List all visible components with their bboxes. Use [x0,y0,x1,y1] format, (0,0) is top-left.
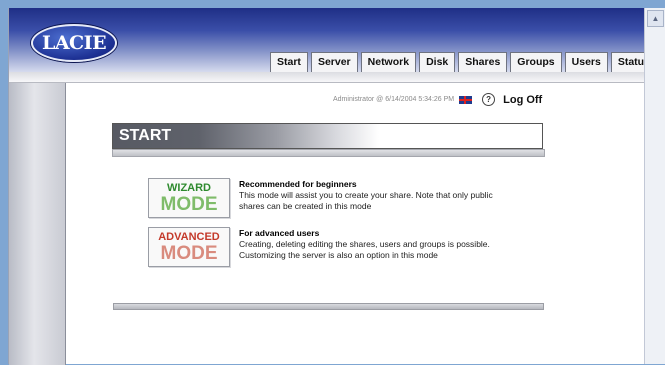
tab-start[interactable]: Start [270,52,308,72]
header-banner: LACIE Start Server Network Disk Shares G… [9,8,657,72]
wizard-description: This mode will assist you to create your… [239,190,493,211]
tab-groups[interactable]: Groups [510,52,562,72]
scroll-up-arrow-icon[interactable]: ▲ [647,10,664,27]
advanced-mode-line2: MODE [160,243,218,264]
advanced-heading: For advanced users [239,228,320,238]
logo-text: LACIE [41,32,107,54]
logoff-link[interactable]: Log Off [503,94,542,106]
tab-shares[interactable]: Shares [458,52,508,72]
sub-bar [9,72,645,83]
page-title-bar: START [112,123,543,149]
wizard-mode-button[interactable]: WIZARD MODE [148,178,230,218]
tab-disk[interactable]: Disk [419,52,456,72]
user-status-line: Administrator @ 6/14/2004 5:34:26 PM ? L… [333,93,542,106]
user-info-text: Administrator @ 6/14/2004 5:34:26 PM [333,96,455,103]
help-icon[interactable]: ? [482,93,496,106]
bottom-divider [113,303,544,310]
wizard-heading: Recommended for beginners [239,179,357,189]
tab-network[interactable]: Network [360,52,417,72]
title-divider [112,149,545,157]
main-tabs: Start Server Network Disk Shares Groups … [270,52,657,72]
tab-users[interactable]: Users [564,52,608,72]
vertical-scrollbar[interactable]: ▲ [644,8,665,364]
page-title: START [119,127,172,144]
wizard-mode-line2: MODE [160,194,218,215]
wizard-mode-description: Recommended for beginners This mode will… [239,179,519,212]
left-sidebar [9,83,66,365]
tab-server[interactable]: Server [310,52,358,72]
advanced-mode-description: For advanced users Creating, deleting ed… [239,228,519,261]
advanced-mode-button[interactable]: ADVANCED MODE [148,227,230,267]
uk-flag-icon[interactable] [459,95,473,104]
advanced-description: Creating, deleting editing the shares, u… [239,239,490,260]
lacie-logo[interactable]: LACIE [31,24,117,62]
